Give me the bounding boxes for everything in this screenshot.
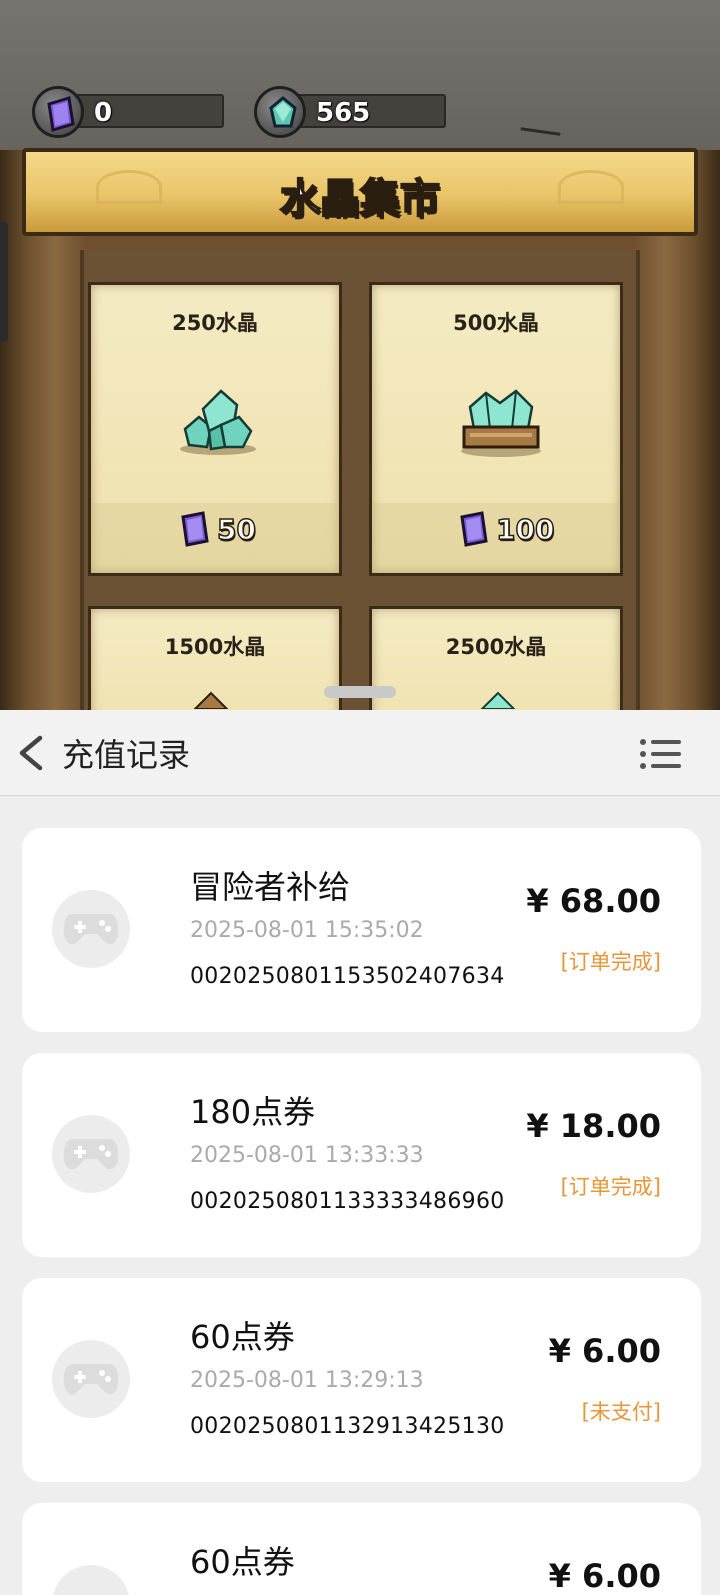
record-order-number: 0020250801132913425130 <box>190 1414 505 1439</box>
record-item[interactable]: 60点券 2025-08-01 13:29:13 002025080113291… <box>22 1278 701 1482</box>
purple-crystal-icon <box>181 511 209 547</box>
record-status: [未支付] <box>581 1400 661 1424</box>
record-name: 冒险者补给 <box>190 868 351 906</box>
product-name: 2500水晶 <box>445 635 547 659</box>
game-controller-avatar <box>52 890 130 968</box>
purple-crystal-icon <box>460 511 488 547</box>
record-amount: ¥ 6.00 <box>548 1332 661 1370</box>
game-screen: 0 565 水晶集市 250水晶 50 500水晶 100 1500水晶 250… <box>0 0 720 710</box>
game-controller-avatar <box>52 1115 130 1193</box>
page-title: 充值记录 <box>62 736 191 774</box>
price-value: 50 <box>216 512 256 547</box>
sheet-drag-handle[interactable] <box>324 686 396 698</box>
record-name: 60点券 <box>190 1543 295 1581</box>
purple-crystal-count: 0 <box>94 98 113 128</box>
purple-crystal-counter: 0 <box>32 86 224 138</box>
shop-title: 水晶集市 <box>279 175 441 223</box>
panel-header: 充值记录 <box>0 710 720 796</box>
record-item[interactable]: 冒险者补给 2025-08-01 15:35:02 00202508011535… <box>22 828 701 1032</box>
record-name: 60点券 <box>190 1318 295 1356</box>
product-name: 250水晶 <box>172 311 258 335</box>
record-time: 2025-08-01 13:33:33 <box>190 1143 424 1168</box>
game-controller-avatar <box>52 1565 130 1595</box>
record-name: 180点券 <box>190 1093 316 1131</box>
record-status: [订单完成] <box>560 950 661 974</box>
product-name: 500水晶 <box>453 311 539 335</box>
price-value: 100 <box>495 512 555 547</box>
green-crystal-coin-icon <box>254 86 306 138</box>
record-status: [订单完成] <box>560 1175 661 1199</box>
crystal-chest-icon <box>193 691 229 709</box>
purple-crystal-coin-icon <box>32 86 84 138</box>
gamepad-icon <box>63 914 119 945</box>
product-price: 50 <box>177 511 257 551</box>
record-time: 2025-08-01 15:35:02 <box>190 918 424 943</box>
green-crystal-count: 565 <box>316 98 371 128</box>
back-chevron-icon[interactable] <box>14 734 48 772</box>
wall-crack <box>519 127 561 143</box>
record-item[interactable]: 180点券 2025-08-01 13:33:33 00202508011333… <box>22 1053 701 1257</box>
crystal-chest-icon <box>480 691 516 709</box>
green-crystal-pile-icon <box>180 389 256 455</box>
product-card-2500[interactable]: 2500水晶 <box>369 606 623 710</box>
record-order-number: 0020250801153502407634 <box>190 964 505 989</box>
record-amount: ¥ 68.00 <box>526 882 661 920</box>
record-time: 2025-08-01 13:29:13 <box>190 1368 424 1393</box>
product-card-1500[interactable]: 1500水晶 <box>88 606 342 710</box>
product-card-250[interactable]: 250水晶 50 <box>88 282 342 576</box>
menu-list-icon[interactable] <box>640 738 682 770</box>
product-card-500[interactable]: 500水晶 100 <box>369 282 623 576</box>
green-crystal-counter: 565 <box>254 86 446 138</box>
shop-banner: 水晶集市 <box>22 148 698 236</box>
recharge-record-panel: 充值记录 冒险者补给 2025-08-01 15:35:02 002025080… <box>0 710 720 1595</box>
record-order-number: 0020250801133333486960 <box>190 1189 505 1214</box>
counter-bar <box>60 94 224 128</box>
product-price: 100 <box>456 511 555 551</box>
gamepad-icon <box>63 1364 119 1395</box>
record-amount: ¥ 6.00 <box>548 1557 661 1595</box>
price-band <box>91 503 339 573</box>
record-item[interactable]: 60点券 ¥ 6.00 <box>22 1503 701 1595</box>
crystal-crate-icon <box>461 389 541 457</box>
product-name: 1500水晶 <box>164 635 266 659</box>
game-controller-avatar <box>52 1340 130 1418</box>
side-handle[interactable] <box>0 222 8 342</box>
gamepad-icon <box>63 1139 119 1170</box>
record-amount: ¥ 18.00 <box>526 1107 661 1145</box>
